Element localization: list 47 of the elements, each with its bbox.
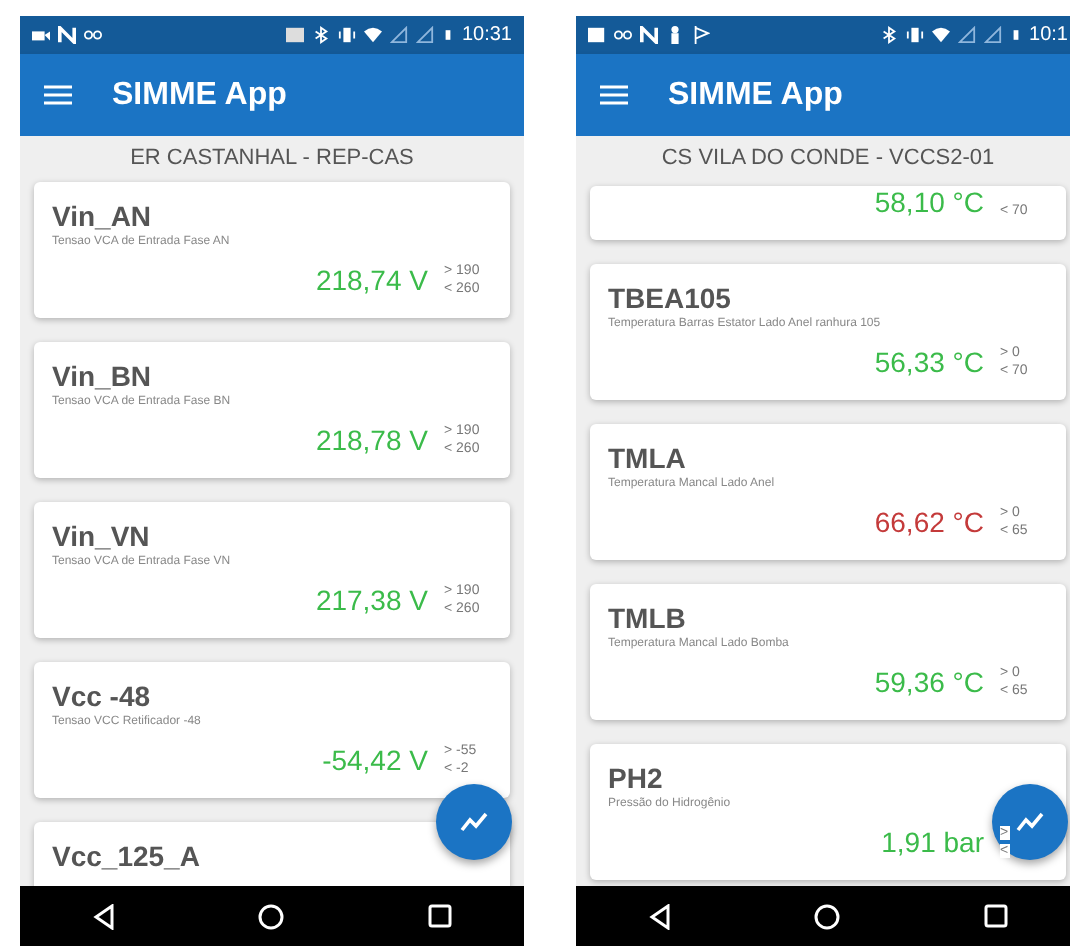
flag-icon: [692, 26, 710, 44]
sensor-name: Vin_BN: [52, 360, 154, 392]
status-time: 10:31: [461, 24, 512, 46]
sensor-value: 218,74 V: [315, 264, 428, 296]
sensor-name: Vin_VN: [52, 520, 152, 552]
recents-icon[interactable]: [984, 904, 1009, 928]
trend-icon: [460, 812, 488, 832]
n-badge-icon: [640, 26, 658, 44]
vibrate-icon: [905, 26, 924, 44]
home-icon[interactable]: [814, 903, 841, 929]
sensor-name: TMLA: [608, 442, 688, 474]
sensor-value: 66,62 °C: [874, 506, 984, 538]
sensor-card[interactable]: Vcc_125_A: [34, 822, 510, 886]
sensor-name: TMLB: [608, 602, 688, 634]
app-title: SIMME App: [668, 77, 843, 113]
sensor-name: Vin_AN: [52, 200, 154, 232]
trend-icon: [1016, 812, 1044, 832]
wifi-icon: [363, 26, 382, 44]
bluetooth-icon: [311, 26, 330, 44]
person-icon: [666, 26, 684, 44]
recents-icon[interactable]: [428, 904, 453, 928]
sensor-value: -54,42 V: [322, 744, 428, 776]
menu-icon[interactable]: [44, 84, 72, 106]
n-badge-icon: [58, 26, 76, 44]
app-title: SIMME App: [112, 77, 287, 113]
vibrate-icon: [337, 26, 356, 44]
sensor-name: PH2: [608, 762, 665, 794]
back-icon[interactable]: [647, 903, 672, 929]
back-icon[interactable]: [91, 903, 116, 929]
status-time: 10:1: [1029, 24, 1068, 46]
sensor-value: 56,33 °C: [874, 346, 984, 378]
sensor-value: 58,10 °C: [874, 186, 984, 218]
home-icon[interactable]: [258, 903, 285, 929]
image-icon: [588, 26, 606, 44]
sensor-name: Vcc_125_A: [52, 840, 202, 872]
sensor-value: 218,78 V: [315, 424, 428, 456]
sensor-value: 217,38 V: [315, 584, 428, 616]
wifi-icon: [931, 26, 950, 44]
sensor-value: 59,36 °C: [874, 666, 984, 698]
sensor-value: 1,91 bar: [881, 826, 984, 858]
voicemail-icon: [84, 26, 102, 44]
menu-icon[interactable]: [600, 84, 628, 106]
sensor-name: TBEA105: [608, 282, 733, 314]
bluetooth-icon: [879, 26, 898, 44]
sensor-name: Vcc -48: [52, 680, 153, 712]
voicemail-icon: [614, 26, 632, 44]
camera-icon: [32, 26, 50, 44]
